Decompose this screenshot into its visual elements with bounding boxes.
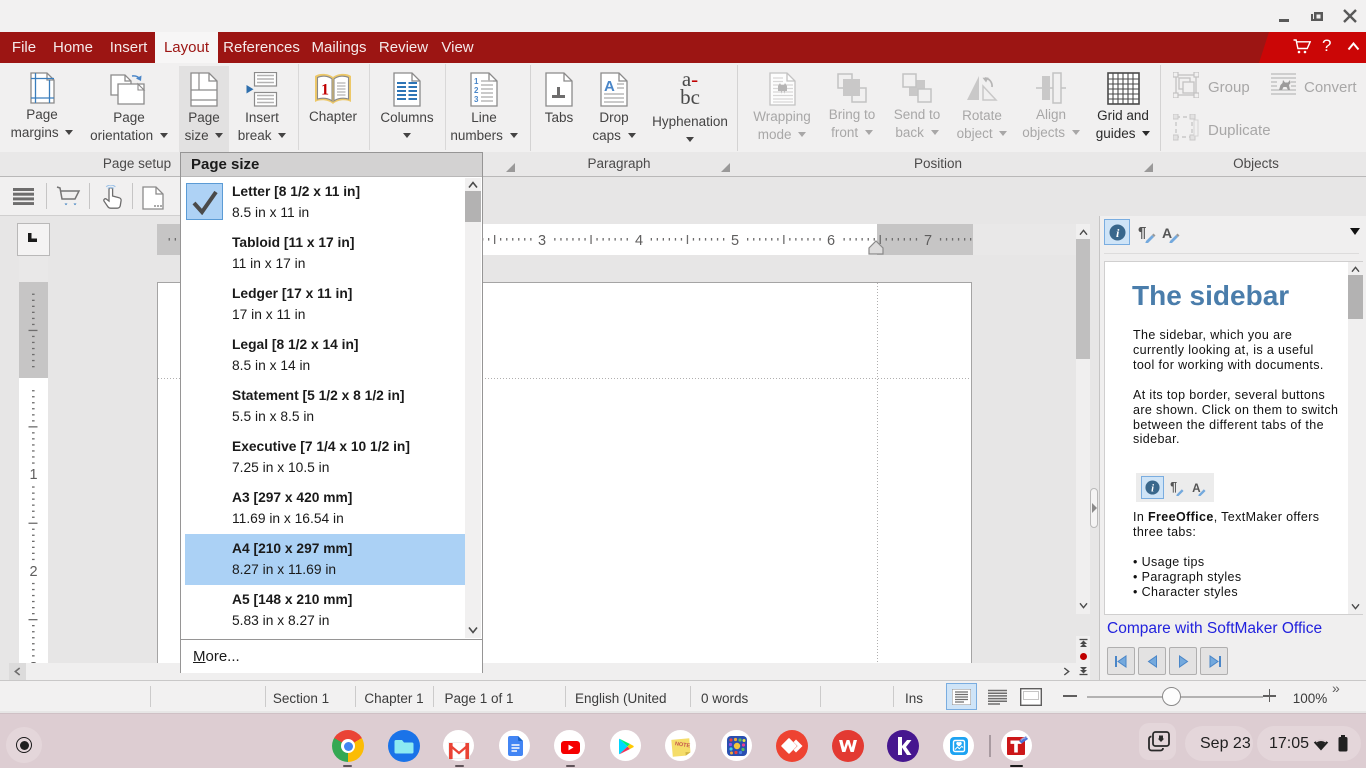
svg-text:¶: ¶: [1138, 224, 1146, 241]
svg-text:3: 3: [538, 233, 546, 249]
svg-text:3: 3: [474, 95, 479, 104]
svg-text:1: 1: [29, 467, 37, 483]
svg-text:1: 1: [474, 77, 479, 86]
svg-text:2: 2: [29, 564, 37, 580]
svg-text:¶: ¶: [1170, 480, 1177, 494]
svg-text:i: i: [1151, 483, 1154, 494]
svg-text:A: A: [1192, 482, 1201, 495]
svg-text:A: A: [604, 78, 615, 95]
svg-text:A: A: [1162, 225, 1172, 241]
svg-text:4: 4: [635, 233, 643, 249]
svg-text:1: 1: [321, 82, 329, 99]
svg-text:6: 6: [827, 233, 835, 249]
svg-text:2: 2: [474, 86, 479, 95]
svg-text:7: 7: [924, 233, 932, 249]
svg-text:5: 5: [731, 233, 739, 249]
